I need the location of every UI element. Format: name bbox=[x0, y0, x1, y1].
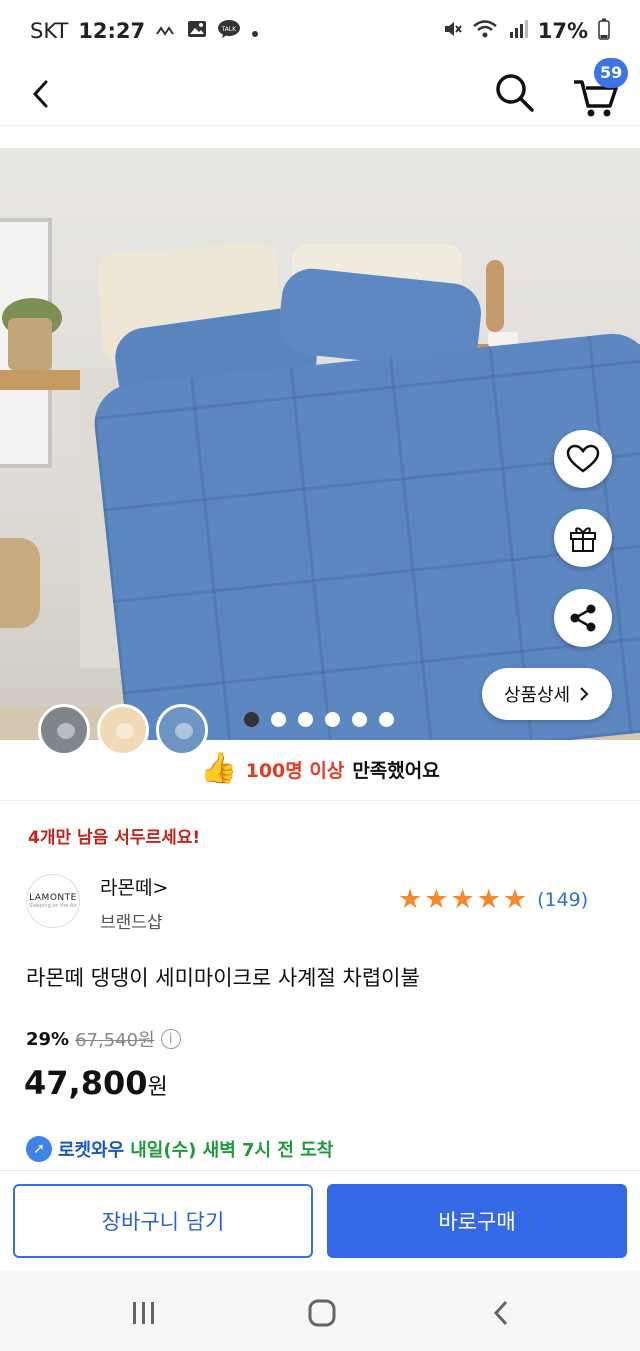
brand-logo[interactable]: LAMONTE Sleeping on the Air bbox=[26, 874, 80, 928]
brand-logo-text: LAMONTE bbox=[29, 893, 77, 903]
brand-name-link[interactable]: 라몬떼> bbox=[100, 873, 168, 900]
info-icon[interactable]: i bbox=[160, 1029, 181, 1049]
divider bbox=[0, 800, 640, 801]
delivery-brand: 로켓와우 bbox=[58, 1140, 125, 1161]
dot-icon bbox=[251, 19, 259, 43]
delivery-message: 내일(수) 새벽 7시 전 도착 bbox=[130, 1140, 334, 1161]
sale-price-value: 47,800 bbox=[24, 1064, 148, 1102]
carrier: SKT bbox=[30, 19, 69, 43]
cart-count-badge: 59 bbox=[594, 58, 629, 88]
swatch-pattern bbox=[175, 723, 193, 739]
swatch-pattern bbox=[57, 723, 75, 739]
back-button[interactable] bbox=[20, 70, 64, 114]
discount-rate: 29% bbox=[26, 1028, 70, 1050]
satisfaction-banner: 👍 100명 이상 만족했어요 bbox=[0, 748, 640, 790]
chevron-right-icon bbox=[580, 687, 589, 701]
brand-logo-subtext: Sleeping on the Air bbox=[29, 903, 77, 909]
chat-icon: TALK bbox=[217, 19, 241, 44]
brand-name: 라몬떼 bbox=[100, 877, 153, 899]
signal-icon bbox=[508, 19, 528, 44]
carousel-dot[interactable] bbox=[352, 712, 367, 727]
heart-icon bbox=[566, 444, 600, 473]
recent-apps-icon bbox=[133, 1302, 154, 1324]
image-icon bbox=[187, 19, 207, 43]
carousel-dot[interactable] bbox=[298, 712, 313, 727]
thumbs-up-icon: 👍 bbox=[200, 751, 238, 786]
status-bar: SKT 12:27 TALK 17% bbox=[0, 0, 640, 62]
gift-button[interactable] bbox=[554, 509, 612, 567]
currency-unit: 원 bbox=[147, 1075, 168, 1100]
search-button[interactable] bbox=[490, 68, 538, 116]
image-side-table bbox=[0, 370, 90, 390]
satisfaction-count: 100명 이상 bbox=[245, 759, 345, 782]
buy-now-button[interactable]: 바로구매 bbox=[327, 1184, 627, 1258]
stock-alert: 4개만 남음 서두르세요! bbox=[28, 828, 201, 848]
purchase-bar: 장바구니 담기 바로구매 bbox=[0, 1170, 640, 1270]
sale-price: 47,800원 bbox=[24, 1064, 168, 1102]
brand-chevron: > bbox=[152, 877, 169, 899]
share-button[interactable] bbox=[554, 589, 612, 647]
delivery-info: ➚ 로켓와우 내일(수) 새벽 7시 전 도착 bbox=[26, 1136, 333, 1162]
home-button[interactable] bbox=[302, 1293, 342, 1333]
recent-apps-button[interactable] bbox=[124, 1293, 164, 1333]
carousel-indicator bbox=[244, 712, 394, 727]
rocket-icon: ➚ bbox=[26, 1136, 52, 1162]
share-icon bbox=[570, 604, 596, 632]
swatch-pattern bbox=[116, 723, 134, 739]
battery-icon bbox=[598, 18, 610, 45]
carousel-dot[interactable] bbox=[244, 712, 259, 727]
image-pot bbox=[8, 318, 52, 370]
system-navigation-bar bbox=[0, 1271, 640, 1351]
system-back-button[interactable] bbox=[482, 1293, 522, 1333]
star-icon: ★ bbox=[398, 884, 423, 915]
price-info: 29% 67,540원 i bbox=[26, 1026, 181, 1052]
original-price: 67,540원 bbox=[75, 1030, 155, 1051]
satisfaction-text: 만족했어요 bbox=[352, 759, 440, 782]
star-icon: ★ bbox=[450, 884, 475, 915]
brand-shop-label: 브랜드샵 bbox=[100, 913, 163, 933]
wishlist-button[interactable] bbox=[554, 430, 612, 488]
rating[interactable]: ★ ★ ★ ★ ★ (149) bbox=[398, 886, 588, 913]
home-icon bbox=[308, 1299, 336, 1327]
clock: 12:27 bbox=[78, 19, 146, 43]
image-wooden-figure bbox=[486, 260, 504, 332]
battery-percent: 17% bbox=[537, 19, 588, 43]
gift-icon bbox=[570, 527, 596, 552]
svg-text:TALK: TALK bbox=[221, 26, 238, 33]
kakao-talk-icon bbox=[155, 19, 177, 43]
top-navigation: 59 bbox=[0, 58, 640, 126]
product-title: 라몬떼 댕댕이 세미마이크로 사계절 차렵이불 bbox=[26, 966, 420, 990]
star-icon: ★ bbox=[424, 884, 449, 915]
add-to-cart-button[interactable]: 장바구니 담기 bbox=[13, 1184, 313, 1258]
wifi-icon bbox=[472, 19, 498, 44]
carousel-dot[interactable] bbox=[379, 712, 394, 727]
image-basket bbox=[0, 538, 40, 628]
star-icon: ★ bbox=[502, 884, 528, 915]
review-count[interactable]: (149) bbox=[537, 889, 588, 911]
product-detail-label: 상품상세 bbox=[503, 685, 571, 706]
product-image[interactable] bbox=[0, 148, 640, 740]
system-back-icon bbox=[493, 1300, 508, 1326]
back-icon bbox=[32, 80, 48, 108]
search-icon bbox=[496, 74, 534, 112]
carousel-dot[interactable] bbox=[325, 712, 340, 727]
carousel-dot[interactable] bbox=[271, 712, 286, 727]
product-detail-button[interactable]: 상품상세 bbox=[482, 668, 612, 720]
mute-icon bbox=[442, 19, 462, 44]
star-icon: ★ bbox=[476, 884, 501, 915]
